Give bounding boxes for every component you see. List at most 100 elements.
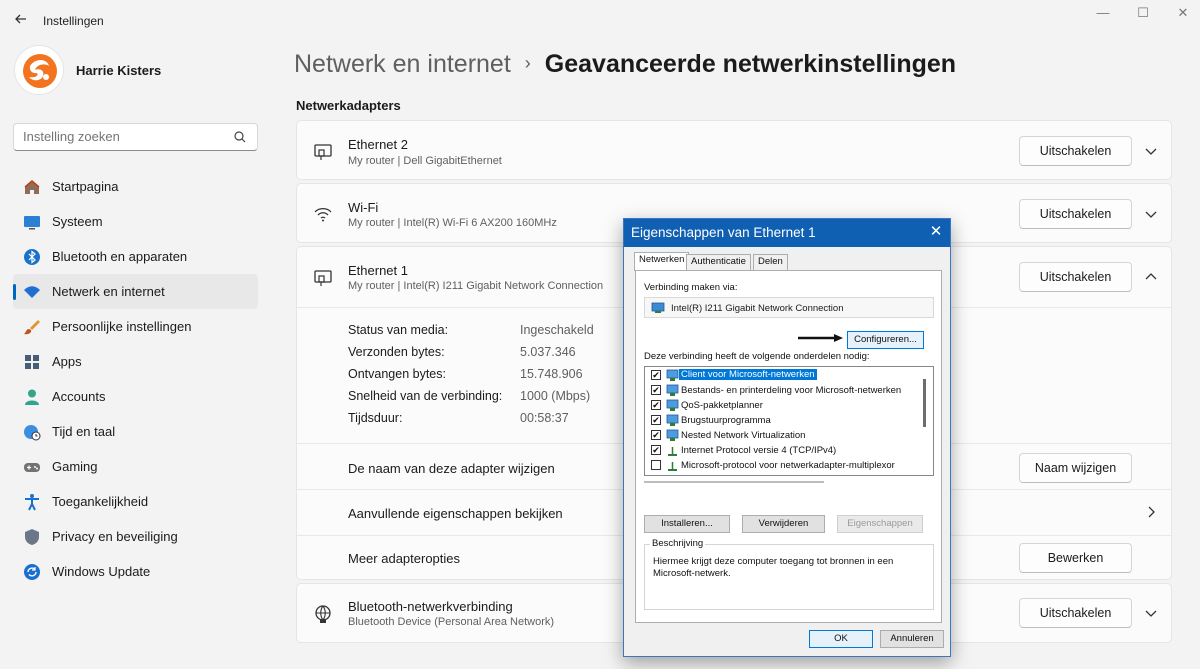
description-group: Beschrijving Hiermee krijgt deze compute… [644,538,934,610]
detail-label: Ontvangen bytes: [348,367,446,381]
components-list[interactable]: ✔ Client voor Microsoft-netwerken ✔ Best… [644,366,934,476]
ok-button[interactable]: OK [809,630,873,648]
breadcrumb: Netwerk en internet › Geavanceerde netwerk… [294,50,956,79]
adapter-description: My router | Dell GigabitEthernet [348,155,502,167]
sidebar-item-gaming[interactable]: Gaming [13,449,258,484]
bluetooth-icon [24,249,40,265]
components-label: Deze verbinding heeft de volgende onderd… [644,351,870,362]
disable-button[interactable]: Uitschakelen [1019,136,1132,166]
sidebar-item-bluetooth[interactable]: Bluetooth en apparaten [13,239,258,274]
search-input[interactable] [23,129,223,144]
detail-value: Ingeschakeld [520,323,594,337]
close-icon[interactable]: ✕ [928,224,944,240]
apps-icon [25,355,39,369]
app-title: Instellingen [43,14,104,28]
chevron-right-icon[interactable] [1143,504,1159,520]
chevron-down-icon[interactable] [1143,206,1159,222]
tab-authenticatie[interactable]: Authenticatie [686,254,751,270]
tab-panel: Verbinding maken via: Intel(R) I211 Giga… [635,270,942,623]
chevron-down-icon[interactable] [1143,605,1159,621]
sidebar-item-label: Gaming [52,459,98,474]
sidebar-item-toegankelijkheid[interactable]: Toegankelijkheid [13,484,258,519]
breadcrumb-parent[interactable]: Netwerk en internet [294,50,511,78]
sidebar-item-windows-update[interactable]: Windows Update [13,554,258,589]
configure-button[interactable]: Configureren... [847,331,924,349]
globe-network-icon [315,605,331,623]
adapter-name: Ethernet 2 [348,137,408,152]
connect-via-label: Verbinding maken via: [644,282,738,293]
close-button[interactable]: ✕ [1160,4,1200,22]
sidebar-item-privacy[interactable]: Privacy en beveiliging [13,519,258,554]
sidebar-item-label: Privacy en beveiliging [52,529,178,544]
network-client-icon [666,399,679,411]
sidebar-item-netwerk[interactable]: Netwerk en internet [13,274,258,309]
avatar[interactable] [14,45,64,95]
sidebar-item-label: Toegankelijkheid [52,494,149,509]
checkbox[interactable]: ✔ [651,385,661,395]
disable-button[interactable]: Uitschakelen [1019,262,1132,292]
checkbox[interactable]: ✔ [651,430,661,440]
list-item[interactable]: ✔ Nested Network Virtualization [645,428,915,443]
network-client-icon [666,429,679,441]
component-label: Brugstuurprogramma [681,415,771,426]
list-item[interactable]: ✔ Brugstuurprogramma [645,413,915,428]
remove-button[interactable]: Verwijderen [742,515,825,533]
sidebar-item-persoonlijk[interactable]: Persoonlijke instellingen [13,309,258,344]
sidebar-item-label: Startpagina [52,179,119,194]
list-item[interactable]: Microsoft-protocol voor netwerkadapter-m… [645,458,915,473]
component-label: Microsoft-protocol voor netwerkadapter-m… [681,460,895,471]
list-item[interactable]: ✔ Bestands- en printerdeling voor Micros… [645,383,915,398]
checkbox[interactable]: ✔ [651,370,661,380]
list-item[interactable]: ✔ Internet Protocol versie 4 (TCP/IPv4) [645,443,915,458]
tab-delen[interactable]: Delen [753,254,788,270]
title-bar: Instellingen — ☐ ✕ [0,0,1200,40]
detail-label: Snelheid van de verbinding: [348,389,503,403]
sidebar-item-label: Accounts [52,389,106,404]
section-title: Netwerkadapters [296,98,401,113]
scroll-thumb[interactable] [923,379,926,427]
search-icon [234,131,246,143]
horizontal-scrollbar[interactable] [644,481,824,483]
profile-name: Harrie Kisters [76,63,162,78]
rename-button[interactable]: Naam wijzigen [1019,453,1132,483]
sidebar-item-accounts[interactable]: Accounts [13,379,258,414]
list-item[interactable]: ✔ QoS-pakketplanner [645,398,915,413]
edit-button[interactable]: Bewerken [1019,543,1132,573]
sidebar-item-apps[interactable]: Apps [13,344,258,379]
checkbox[interactable] [651,460,661,470]
chevron-up-icon[interactable] [1143,269,1159,285]
sidebar-nav: Startpagina Systeem Bluetooth en apparat… [13,169,258,589]
checkbox[interactable]: ✔ [651,445,661,455]
sidebar-item-label: Systeem [52,214,103,229]
component-label: QoS-pakketplanner [681,400,763,411]
properties-button[interactable]: Eigenschappen [837,515,923,533]
list-item[interactable]: ✔ Client voor Microsoft-netwerken [645,368,915,383]
component-label: Nested Network Virtualization [681,430,806,441]
checkbox[interactable]: ✔ [651,415,661,425]
cancel-button[interactable]: Annuleren [880,630,944,648]
adapter-description: My router | Intel(R) Wi-Fi 6 AX200 160MH… [348,217,557,229]
install-button[interactable]: Installeren... [644,515,730,533]
globe-clock-icon [24,425,41,441]
disable-button[interactable]: Uitschakelen [1019,199,1132,229]
rename-label: De naam van deze adapter wijzigen [348,461,555,476]
sidebar-item-tijd[interactable]: Tijd en taal [13,414,258,449]
component-label: Bestands- en printerdeling voor Microsof… [681,385,902,396]
adapter-card-ethernet-2: Ethernet 2 My router | Dell GigabitEther… [296,120,1172,180]
back-button[interactable] [10,8,32,30]
person-icon [25,389,39,405]
detail-value: 5.037.346 [520,345,576,359]
chevron-down-icon[interactable] [1143,143,1159,159]
detail-label: Status van media: [348,323,449,337]
disable-button[interactable]: Uitschakelen [1019,598,1132,628]
tab-netwerken[interactable]: Netwerken [634,252,690,271]
scrollbar[interactable] [917,367,933,475]
view-properties-row[interactable]: Aanvullende eigenschappen bekijken [348,506,563,521]
sidebar-item-systeem[interactable]: Systeem [13,204,258,239]
detail-value: 1000 (Mbps) [520,389,591,403]
sidebar-item-startpagina[interactable]: Startpagina [13,169,258,204]
search-box[interactable] [13,123,258,151]
sidebar-item-label: Persoonlijke instellingen [52,319,192,334]
checkbox[interactable]: ✔ [651,400,661,410]
dialog-title-bar[interactable]: Eigenschappen van Ethernet 1 ✕ [624,219,950,247]
